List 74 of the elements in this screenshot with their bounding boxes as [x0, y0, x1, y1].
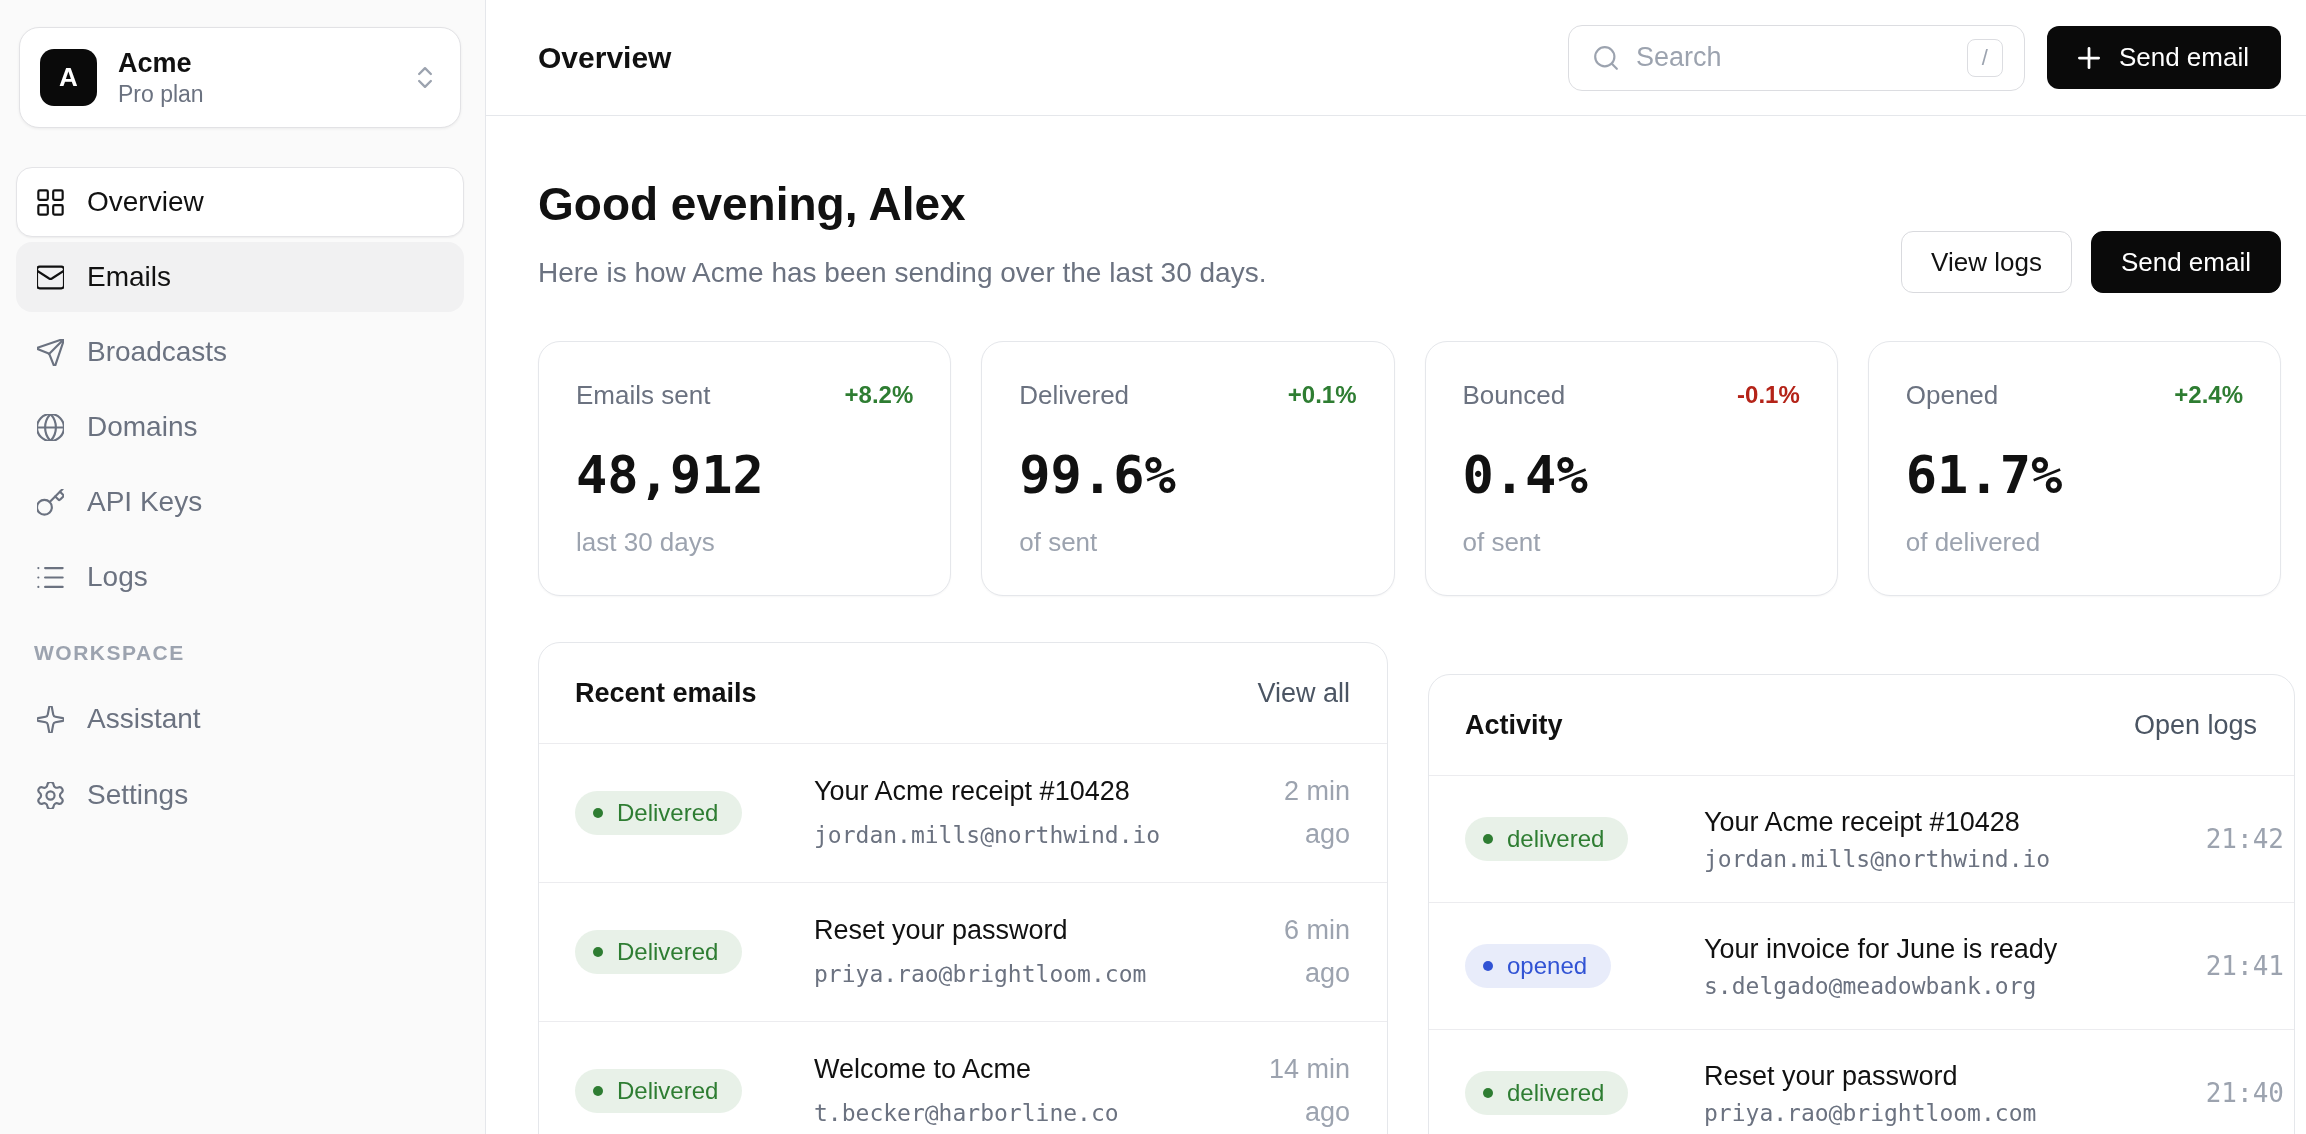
stat-note: last 30 days [576, 526, 715, 559]
stat-note: of delivered [1905, 526, 2041, 559]
greeting-subtitle: Here is how Acme has been sending over the last 30 days. [538, 256, 1267, 290]
stat-note: of sent [1019, 526, 1098, 559]
status-text: Delivered [617, 937, 719, 967]
card-title: Activity [1465, 708, 1563, 742]
event-time: 21:40 [2205, 1077, 2284, 1110]
view-logs-button[interactable]: View logs [1901, 231, 2072, 293]
event-time: 21:42 [2205, 823, 2284, 856]
nav-item[interactable]: Settings [16, 760, 464, 830]
email-subject: Your Acme receipt #10428 [1704, 806, 2020, 839]
stat-value: 99.6% [1019, 444, 1176, 507]
stat-change: +0.1% [1287, 380, 1357, 410]
envelope-icon [37, 263, 64, 291]
email-subject: Welcome to Acme [814, 1053, 1032, 1086]
workspace-switcher[interactable]: A Acme Pro plan [19, 27, 461, 128]
recipient-email: priya.rao@brightloom.com [814, 960, 1147, 989]
status-text: delivered [1507, 824, 1605, 854]
email-subject: Your Acme receipt #10428 [814, 775, 1130, 808]
nav-item[interactable]: Overview [16, 167, 464, 237]
greeting-title: Good evening, Alex [538, 177, 966, 232]
nav-item[interactable]: Logs [16, 542, 464, 612]
stat-change: +2.4% [2174, 380, 2243, 410]
sent-time: 6 min ago [1282, 914, 1350, 990]
status-text: Delivered [617, 1076, 719, 1106]
recipient-email: priya.rao@brightloom.com [1704, 1099, 2037, 1128]
send-email-button[interactable]: Send email [2090, 231, 2281, 293]
nav-item[interactable]: Emails [16, 242, 464, 312]
shortcut-key: / [1966, 38, 2003, 77]
search-icon [1593, 45, 1618, 70]
event-time: 21:41 [2205, 950, 2284, 983]
stat-label: Emails sent [576, 379, 711, 412]
up-down-chevron-icon [418, 67, 432, 88]
nav-item[interactable]: API Keys [16, 467, 464, 537]
status-text: delivered [1507, 1078, 1605, 1108]
view-all-link[interactable]: View all [1257, 672, 1350, 714]
status-text: Delivered [617, 798, 719, 828]
stat-label: Bounced [1462, 379, 1566, 412]
email-subject: Reset your password [1704, 1060, 1958, 1093]
recipient-email: s.delgado@meadowbank.org [1704, 972, 2037, 1001]
stat-note: of sent [1462, 526, 1541, 559]
nav-item[interactable]: Domains [16, 392, 464, 462]
stat-change: +8.2% [844, 380, 914, 410]
open-logs-link[interactable]: Open logs [2133, 704, 2257, 746]
status-text: opened [1507, 951, 1588, 981]
stat-value: 0.4% [1462, 444, 1588, 507]
email-subject: Reset your password [814, 914, 1068, 947]
workspace-logo: A [40, 49, 97, 106]
workspace-name: Acme [118, 46, 192, 79]
stat-label: Opened [1905, 379, 1999, 412]
stat-value: 48,912 [576, 444, 764, 507]
recipient-email: jordan.mills@northwind.io [814, 821, 1161, 850]
nav-item[interactable]: Assistant [16, 684, 464, 754]
page-title: Overview [538, 40, 672, 76]
card-title: Recent emails [575, 676, 757, 710]
email-subject: Your invoice for June is ready [1704, 933, 2058, 966]
settings-icon [37, 781, 64, 809]
send-email-button[interactable]: Send email [2046, 26, 2281, 89]
plus-icon [2077, 46, 2100, 69]
recipient-email: t.becker@harborline.co [814, 1099, 1119, 1128]
sent-time: 2 min ago [1282, 775, 1350, 851]
grid-icon [37, 188, 64, 216]
sparkle-icon [37, 705, 64, 733]
nav-item[interactable]: Broadcasts [16, 317, 464, 387]
key-icon [37, 488, 64, 516]
paper-plane-icon [37, 338, 64, 366]
recipient-email: jordan.mills@northwind.io [1704, 845, 2051, 874]
stat-value: 61.7% [1905, 444, 2063, 507]
stat-change: -0.1% [1737, 380, 1800, 410]
workspace-plan: Pro plan [118, 79, 204, 109]
globe-icon [37, 413, 64, 441]
stat-label: Delivered [1019, 379, 1130, 412]
sent-time: 14 min ago [1267, 1053, 1350, 1129]
section-label: WORKSPACE [34, 640, 185, 666]
